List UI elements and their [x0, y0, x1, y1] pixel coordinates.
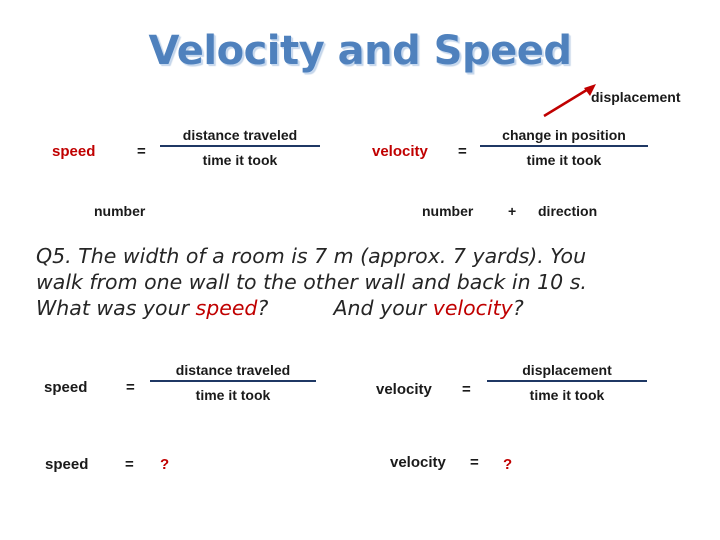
number-label-left: number — [94, 203, 146, 219]
velocity-numerator-top: change in position — [502, 127, 626, 143]
equals-sign-work-2-left: = — [125, 456, 134, 473]
plus-sign: + — [508, 203, 517, 219]
equals-sign-work-1-right: = — [462, 381, 471, 398]
equals-sign-work-2-right: = — [470, 454, 479, 471]
speed-numerator-work-1: distance traveled — [175, 362, 291, 378]
equals-sign-top-left: = — [137, 143, 146, 160]
speed-denominator-work-1: time it took — [195, 387, 271, 403]
velocity-answer-placeholder: ? — [503, 456, 513, 473]
velocity-label-top: velocity — [372, 143, 428, 160]
velocity-denominator-top: time it took — [526, 152, 602, 168]
question-line-3-part-b: ? — [257, 296, 269, 320]
question-line-3-part-d: ? — [512, 296, 524, 320]
question-line-1: Q5. The width of a room is 7 m (approx. … — [36, 244, 587, 268]
question-emphasis-speed: speed — [195, 296, 258, 320]
velocity-formula-top: change in position time it took — [480, 127, 648, 168]
speed-numerator-top: distance traveled — [182, 127, 298, 143]
page-title: Velocity and Speed — [148, 28, 573, 74]
velocity-denominator-work-1: time it took — [529, 387, 605, 403]
fraction-bar — [480, 145, 648, 147]
equals-sign-work-1-left: = — [126, 379, 135, 396]
fraction-bar — [150, 380, 316, 382]
question-line-3-part-c: And your — [333, 296, 433, 320]
question-line-3-part-a: What was your — [36, 296, 196, 320]
fraction-bar — [487, 380, 647, 382]
velocity-label-work-2: velocity — [390, 454, 446, 471]
direction-label: direction — [538, 203, 598, 219]
velocity-numerator-work-1: displacement — [522, 362, 612, 378]
displacement-callout-label: displacement — [591, 89, 681, 105]
slide-canvas: Velocity and Speed displacement speed = … — [0, 0, 720, 540]
speed-formula-work-1: distance traveled time it took — [150, 362, 316, 403]
speed-label-work-1: speed — [44, 379, 88, 396]
speed-label-work-2: speed — [45, 456, 89, 473]
number-label-right: number — [422, 203, 474, 219]
speed-label-top: speed — [52, 143, 96, 160]
question-line-3: What was your speed? And your velocity? — [36, 295, 696, 321]
question-emphasis-velocity: velocity — [432, 296, 513, 320]
velocity-formula-work-1: displacement time it took — [487, 362, 647, 403]
velocity-label-work-1: velocity — [376, 381, 432, 398]
speed-formula-top: distance traveled time it took — [160, 127, 320, 168]
question-line-3-gap — [268, 296, 333, 320]
fraction-bar — [160, 145, 320, 147]
question-text: Q5. The width of a room is 7 m (approx. … — [36, 243, 696, 321]
speed-answer-placeholder: ? — [160, 456, 170, 473]
equals-sign-top-right: = — [458, 143, 467, 160]
speed-denominator-top: time it took — [202, 152, 278, 168]
question-line-2: walk from one wall to the other wall and… — [36, 270, 587, 294]
